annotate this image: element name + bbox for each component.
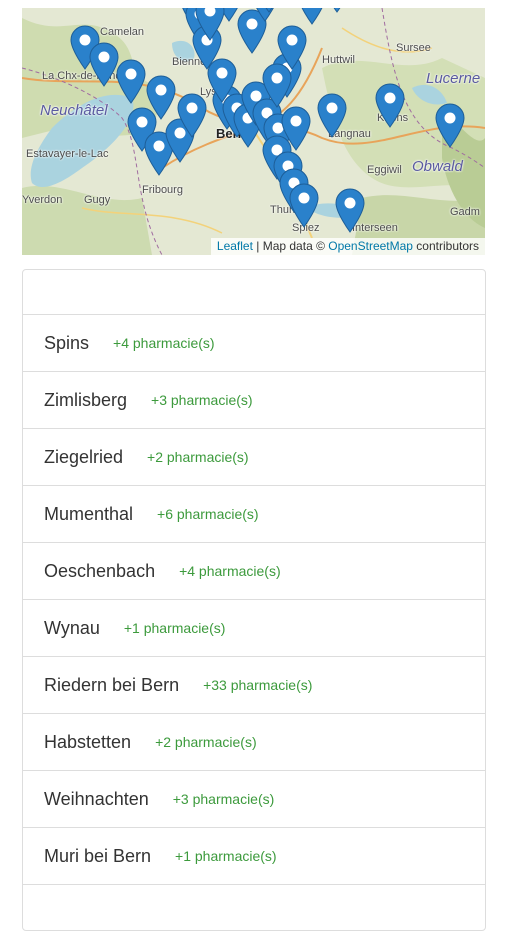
map-marker-icon[interactable]: [206, 57, 238, 103]
location-name: Zimlisberg: [44, 389, 128, 410]
map-marker-icon[interactable]: [334, 187, 366, 233]
place-label: Yverdon: [22, 194, 63, 206]
list-item[interactable]: Riedern bei Bern +33 pharmacie(s): [23, 656, 485, 713]
map-marker-icon[interactable]: [316, 92, 348, 138]
osm-link[interactable]: OpenStreetMap: [328, 239, 413, 253]
map-marker-icon[interactable]: [194, 8, 226, 41]
list-header-spacer: [23, 270, 485, 314]
location-name: Ziegelried: [44, 446, 124, 467]
list-item[interactable]: Weihnachten +3 pharmacie(s): [23, 770, 485, 827]
map-marker-icon[interactable]: [374, 82, 406, 128]
location-name: Muri bei Bern: [44, 845, 152, 866]
place-label: Estavayer-le-Lac: [26, 148, 109, 160]
pharmacy-count: +1 pharmacie(s): [123, 620, 226, 636]
map-attribution: Leaflet | Map data © OpenStreetMap contr…: [210, 238, 485, 255]
place-label: Lucerne: [426, 70, 481, 87]
map-marker-icon[interactable]: [253, 8, 285, 13]
list-item[interactable]: Muri bei Bern +1 pharmacie(s): [23, 827, 485, 884]
location-name: Wynau: [44, 617, 100, 638]
pharmacy-count: +2 pharmacie(s): [155, 734, 257, 750]
location-name: Habstetten: [44, 731, 132, 752]
list-item[interactable]: [23, 884, 485, 930]
pharmacy-count: +4 pharmacie(s): [113, 335, 215, 351]
place-label: Gadm: [450, 206, 480, 218]
pharmacy-count: +33 pharmacie(s): [203, 677, 313, 693]
place-label: Eggiwil: [367, 164, 402, 176]
attribution-separator: | Map data ©: [252, 239, 329, 253]
list-item[interactable]: Mumenthal +6 pharmacie(s): [23, 485, 485, 542]
place-label: Neuchâtel: [40, 102, 108, 119]
place-label: Fribourg: [142, 184, 183, 196]
place-label: Obwald: [412, 158, 463, 175]
pharmacy-count: +4 pharmacie(s): [179, 563, 281, 579]
place-label: Huttwil: [322, 54, 356, 66]
list-item[interactable]: Ziegelried +2 pharmacie(s): [23, 428, 485, 485]
location-name: Weihnachten: [44, 788, 149, 809]
place-label: Camelan: [100, 26, 145, 38]
pharmacy-location-list: Spins +4 pharmacie(s) Zimlisberg +3 pharma…: [22, 269, 486, 931]
pharmacy-count: +3 pharmacie(s): [151, 392, 253, 408]
list-item[interactable]: Wynau +1 pharmacie(s): [23, 599, 485, 656]
map-marker-icon[interactable]: [261, 62, 293, 108]
list-item[interactable]: Habstetten +2 pharmacie(s): [23, 713, 485, 770]
place-label: Gugy: [84, 194, 111, 206]
pharmacy-count: +6 pharmacie(s): [157, 506, 259, 522]
location-name: Oeschenbach: [44, 560, 156, 581]
pharmacy-count: +3 pharmacie(s): [172, 791, 275, 807]
map-marker-icon[interactable]: [321, 8, 353, 13]
map-marker-icon[interactable]: [434, 102, 466, 148]
pharmacy-count: +1 pharmacie(s): [175, 848, 277, 864]
pharmacy-count: +2 pharmacie(s): [147, 449, 249, 465]
list-item[interactable]: Zimlisberg +3 pharmacie(s): [23, 371, 485, 428]
map-marker-icon[interactable]: [176, 92, 208, 138]
place-label: Sursee: [396, 42, 431, 54]
location-name: Spins: [44, 332, 90, 353]
leaflet-link[interactable]: Leaflet: [217, 239, 253, 253]
list-item[interactable]: Spins +4 pharmacie(s): [23, 314, 485, 371]
list-item[interactable]: Oeschenbach +4 pharmacie(s): [23, 542, 485, 599]
map-marker-icon[interactable]: [115, 58, 147, 104]
map[interactable]: Camelan La Chx-de-Fonds Neuchâtel Estava…: [22, 8, 485, 255]
location-name: Riedern bei Bern: [44, 674, 180, 695]
location-name: Mumenthal: [44, 503, 134, 524]
map-marker-icon[interactable]: [288, 182, 320, 228]
attribution-tail: contributors: [412, 239, 479, 253]
